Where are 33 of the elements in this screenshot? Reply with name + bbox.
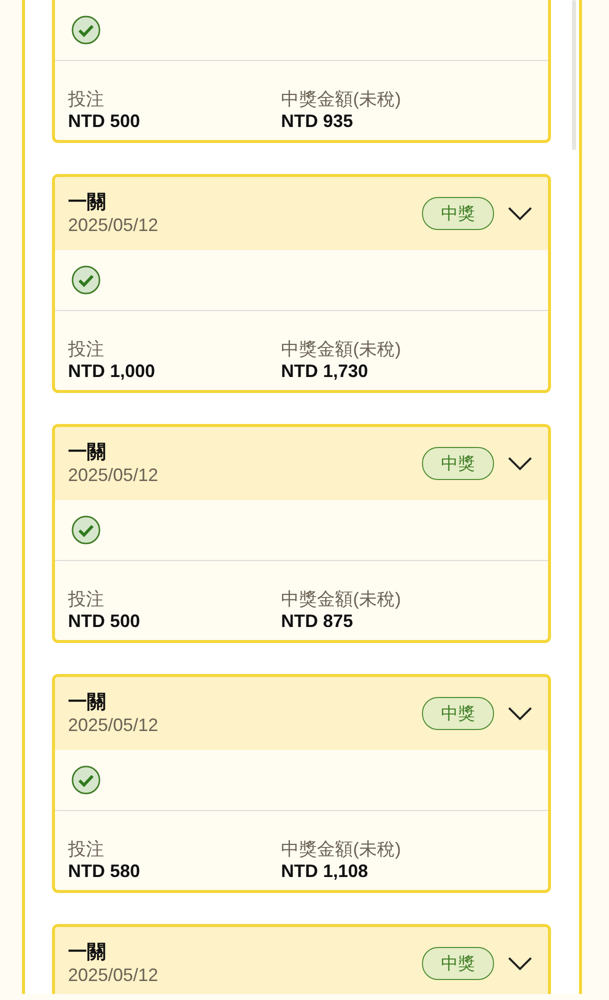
stake-amount: NTD 500: [68, 610, 142, 632]
prize-amount: NTD 1,730: [281, 360, 370, 382]
chevron-icon[interactable]: [508, 706, 532, 720]
stake-label: 投注: [68, 338, 105, 360]
prize-amount: NTD 1,108: [281, 860, 370, 882]
bet-date: 2025/05/12: [68, 714, 160, 736]
bet-date: 2025/05/12: [68, 464, 160, 486]
stake-label: 投注: [68, 588, 105, 610]
prize-amount: NTD 935: [281, 110, 354, 132]
status-badge: 中獎: [422, 697, 494, 730]
bet-type: 一關: [68, 692, 107, 714]
bet-type: 一關: [68, 942, 107, 964]
bet-date: 2025/05/12: [68, 964, 160, 986]
chevron-icon[interactable]: [508, 956, 532, 970]
prize-label: 中獎金額(未稅): [281, 338, 402, 360]
stake-label: 投注: [68, 838, 105, 860]
status-badge: 中獎: [422, 197, 494, 230]
stake-label: 投注: [68, 88, 105, 110]
scrollbar[interactable]: [572, 0, 576, 150]
bet-type: 一關: [68, 442, 107, 464]
stake-amount: NTD 500: [68, 110, 142, 132]
status-badge: 中獎: [422, 447, 494, 480]
prize-label: 中獎金額(未稅): [281, 88, 402, 110]
bet-date: 2025/05/12: [68, 214, 160, 236]
prize-label: 中獎金額(未稅): [281, 588, 402, 610]
status-badge: 中獎: [422, 947, 494, 980]
chevron-icon[interactable]: [508, 206, 532, 220]
stake-amount: NTD 580: [68, 860, 142, 882]
bet-type: 一關: [68, 192, 107, 214]
prize-amount: NTD 875: [281, 610, 354, 632]
prize-label: 中獎金額(未稅): [281, 838, 402, 860]
chevron-icon[interactable]: [508, 456, 532, 470]
stake-amount: NTD 1,000: [68, 360, 156, 382]
